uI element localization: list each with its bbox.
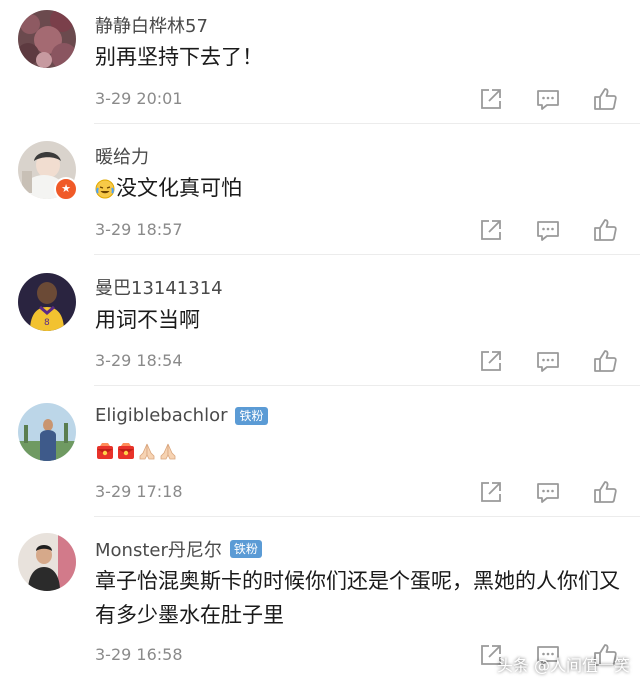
svg-text:8: 8: [44, 318, 50, 328]
username[interactable]: 暖给力: [95, 143, 149, 169]
like-button[interactable]: [592, 348, 618, 374]
timestamp: 3-29 16:58: [95, 645, 183, 664]
like-button[interactable]: [592, 86, 618, 112]
comment-text: 没文化真可怕: [95, 171, 635, 205]
share-button[interactable]: [478, 348, 504, 374]
crying-laughing-face-icon: [95, 179, 115, 199]
username[interactable]: Eligiblebachlor 铁粉: [95, 405, 268, 426]
comment-icon: [537, 352, 559, 372]
like-button[interactable]: [592, 217, 618, 243]
share-icon: [481, 482, 501, 502]
share-button[interactable]: [478, 86, 504, 112]
fan-badge: 铁粉: [229, 540, 262, 558]
timestamp: 3-29 18:57: [95, 220, 183, 239]
comment-icon: [537, 221, 559, 241]
comment-item: 静静白桦林57 别再坚持下去了！ 3-29 20:01: [0, 0, 640, 124]
share-button[interactable]: [478, 217, 504, 243]
share-button[interactable]: [478, 479, 504, 505]
username[interactable]: 曼巴13141314: [95, 274, 223, 300]
like-icon: [594, 481, 617, 503]
comment-text: 章子怡混奥斯卡的时候你们还是个蛋呢，黑她的人你们又有多少墨水在肚子里: [95, 569, 620, 627]
timestamp: 3-29 17:18: [95, 482, 183, 501]
like-icon: [594, 219, 617, 241]
comment-text: 用词不当啊: [95, 308, 200, 332]
like-icon: [594, 88, 617, 110]
red-envelope-icon: [116, 441, 136, 461]
comment-icon: [537, 483, 559, 503]
timestamp: 3-29 18:54: [95, 351, 183, 370]
comment-text: 别再坚持下去了！: [95, 45, 263, 69]
avatar[interactable]: [18, 10, 76, 68]
reply-button[interactable]: [535, 348, 561, 374]
share-icon: [481, 220, 501, 240]
avatar[interactable]: 8: [18, 273, 76, 331]
verified-badge-icon: ★: [54, 177, 78, 201]
fan-badge: 铁粉: [235, 406, 268, 425]
reply-button[interactable]: [535, 217, 561, 243]
red-envelope-icon: [95, 441, 115, 461]
avatar[interactable]: [18, 533, 76, 591]
timestamp: 3-29 20:01: [95, 89, 183, 108]
comment-item: 8 曼巴13141314 用词不当啊 3-29 18:54: [0, 255, 640, 386]
folded-hands-icon: [137, 441, 157, 461]
watermark: 头条 @人间值一笑: [496, 656, 630, 675]
comment-icon: [537, 90, 559, 110]
username[interactable]: 静静白桦林57: [95, 12, 208, 38]
comment-emojis: [95, 433, 635, 467]
like-button[interactable]: [592, 479, 618, 505]
share-icon: [481, 351, 501, 371]
comment-item: ★ 暖给力 没文化真可怕 3-29 18:57: [0, 124, 640, 255]
share-icon: [481, 89, 501, 109]
folded-hands-icon: [158, 441, 178, 461]
comment-item: Eligiblebachlor 铁粉 3-29 17:18: [0, 386, 640, 517]
username[interactable]: Monster丹尼尔 铁粉: [95, 536, 262, 562]
avatar[interactable]: [18, 403, 76, 461]
reply-button[interactable]: [535, 479, 561, 505]
reply-button[interactable]: [535, 86, 561, 112]
like-icon: [594, 350, 617, 372]
